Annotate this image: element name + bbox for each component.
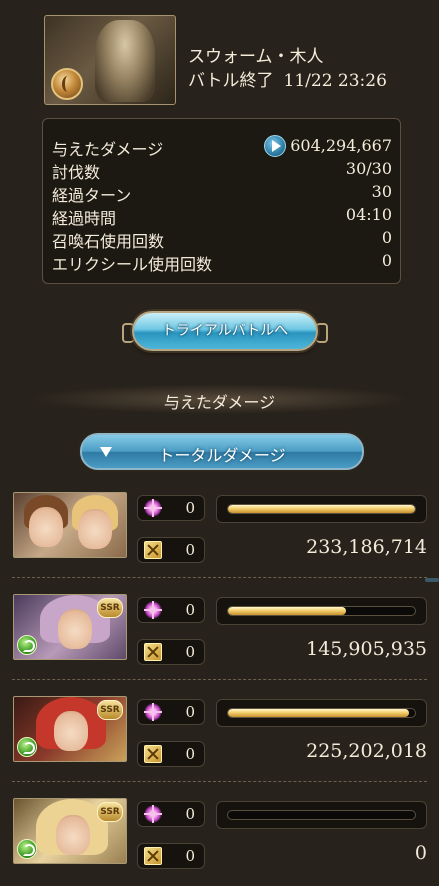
damage-bar-fill [228,607,346,615]
ougi-icon [144,745,162,763]
wind-element-icon [17,839,37,859]
ssr-badge: SSR [97,700,123,720]
ssr-badge: SSR [97,802,123,822]
sparkle-icon [144,499,162,517]
quest-name: スウォーム・木人 [188,47,324,67]
damage-value: 145,905,935 [306,638,427,660]
section-title: 与えたダメージ [163,393,276,412]
button-ornament-left [122,323,134,343]
trial-battle-label: トライアルバトルへ [161,323,289,339]
wind-element-icon [17,737,37,757]
ssr-badge: SSR [97,598,123,618]
character-portrait[interactable]: SSR [13,798,127,864]
scroll-indicator [425,578,439,582]
row-divider [12,577,427,578]
ougi-count: 0 [137,639,205,665]
stat-row-turns: 経過ターン 30 [52,180,392,205]
stat-value: 0 [381,228,392,247]
battle-stats-panel: 与えたダメージ 604,294,667 討伐数 30/30 経過ターン 30 経… [42,118,401,284]
button-ornament-right [316,323,328,343]
skill-count: 0 [137,699,205,725]
stat-value: 0 [381,251,392,270]
character-portrait[interactable] [13,492,127,558]
skill-count: 0 [137,801,205,827]
stat-row-time: 経過時間 04:10 [52,203,392,228]
boss-image [95,20,155,102]
wind-element-icon [17,635,37,655]
skill-count: 0 [137,597,205,623]
damage-bar-fill [228,505,415,513]
damage-bar [216,597,427,625]
stat-row-damage: 与えたダメージ 604,294,667 [52,134,392,159]
stat-value: 604,294,667 [290,136,392,155]
stat-value: 04:10 [345,205,392,224]
ougi-icon [144,847,162,865]
character-portrait[interactable]: SSR [13,696,127,762]
damage-type-dropdown[interactable]: トータルダメージ [80,433,364,470]
damage-bar [216,495,427,523]
damage-bar [216,699,427,727]
quest-thumbnail [44,15,176,105]
character-row: SSR 0 0 0 [0,798,439,886]
character-row: SSR 0 0 145,905,935 [0,594,439,682]
stat-row-summons: 召喚石使用回数 0 [52,226,392,251]
damage-value: 225,202,018 [306,740,427,762]
ougi-count: 0 [137,843,205,869]
sparkle-icon [144,703,162,721]
row-divider [12,781,427,782]
stat-value: 30/30 [345,159,392,178]
damage-bar-fill [228,709,410,717]
row-divider [12,679,427,680]
stat-label: エリクシール使用回数 [52,255,213,274]
stat-row-kills: 討伐数 30/30 [52,157,392,182]
character-row: SSR 0 0 225,202,018 [0,696,439,784]
battle-status: バトル終了 [188,71,274,91]
ougi-icon [144,643,162,661]
damage-bar [216,801,427,829]
stat-row-elixirs: エリクシール使用回数 0 [52,249,392,274]
trial-battle-button[interactable]: トライアルバトルへ [122,311,328,351]
sparkle-icon [144,601,162,619]
ougi-count: 0 [137,741,205,767]
earth-element-icon [51,68,83,100]
play-icon[interactable] [264,135,286,157]
ougi-count: 0 [137,537,205,563]
skill-count: 0 [137,495,205,521]
stat-value: 30 [371,182,392,201]
sparkle-icon [144,805,162,823]
dropdown-label: トータルダメージ [158,446,286,465]
character-row: 0 0 233,186,714 [0,492,439,580]
damage-value: 233,186,714 [306,536,427,558]
character-portrait[interactable]: SSR [13,594,127,660]
ougi-icon [144,541,162,559]
damage-value: 0 [414,842,427,864]
quest-status: バトル終了 11/22 23:26 [188,66,387,91]
battle-timestamp: 11/22 23:26 [283,71,387,91]
